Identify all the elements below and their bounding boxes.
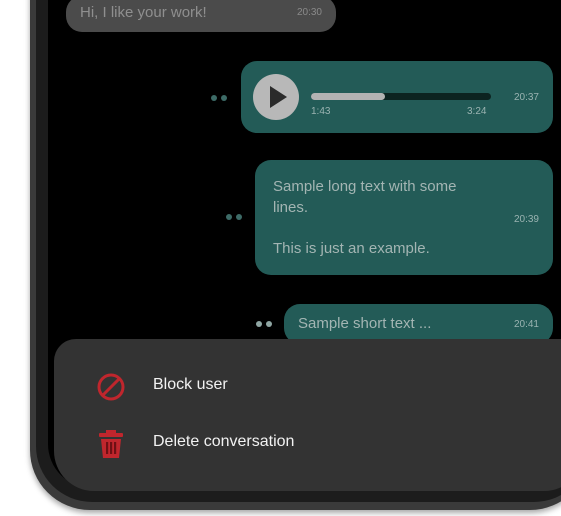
short-message-bubble[interactable]: Sample short text ... 20:41 bbox=[284, 304, 553, 344]
voice-message-time: 20:37 bbox=[513, 92, 539, 103]
trash-icon bbox=[99, 430, 123, 458]
delete-conversation-action[interactable]: Delete conversation bbox=[54, 420, 534, 466]
short-message-text: Sample short text ... bbox=[298, 315, 432, 332]
long-message-line: Sample long text with some bbox=[273, 178, 457, 195]
incoming-message-text: Hi, I like your work! bbox=[80, 4, 207, 21]
read-receipt-icon bbox=[211, 95, 229, 101]
long-message-bubble[interactable]: Sample long text with some lines. This i… bbox=[255, 160, 553, 275]
play-button[interactable] bbox=[253, 74, 299, 120]
block-icon bbox=[97, 373, 125, 401]
read-receipt-icon bbox=[256, 321, 274, 327]
long-message-line: lines. bbox=[273, 199, 309, 216]
block-user-label: Block user bbox=[153, 376, 228, 393]
delete-conversation-label: Delete conversation bbox=[153, 433, 295, 450]
voice-progress-fill bbox=[311, 93, 385, 100]
block-user-action[interactable]: Block user bbox=[54, 363, 534, 409]
long-message-time: 20:39 bbox=[513, 214, 539, 225]
long-message-line: This is just an example. bbox=[273, 240, 430, 257]
read-receipt-icon bbox=[226, 214, 244, 220]
incoming-message-bubble[interactable]: Hi, I like your work! 20:30 bbox=[66, 0, 336, 32]
bottom-sheet: Block user Delete conversation bbox=[54, 339, 561, 491]
voice-total-duration: 3:24 bbox=[467, 106, 487, 117]
short-message-time: 20:41 bbox=[513, 319, 539, 330]
play-icon bbox=[270, 86, 287, 108]
voice-elapsed-time: 1:43 bbox=[311, 106, 331, 117]
voice-progress-track[interactable] bbox=[311, 93, 491, 100]
voice-message-bubble[interactable]: 1:43 3:24 20:37 bbox=[241, 61, 553, 133]
incoming-message-time: 20:30 bbox=[296, 7, 322, 18]
stage: Hi, I like your work! 20:30 1:43 3:24 20… bbox=[0, 0, 561, 516]
